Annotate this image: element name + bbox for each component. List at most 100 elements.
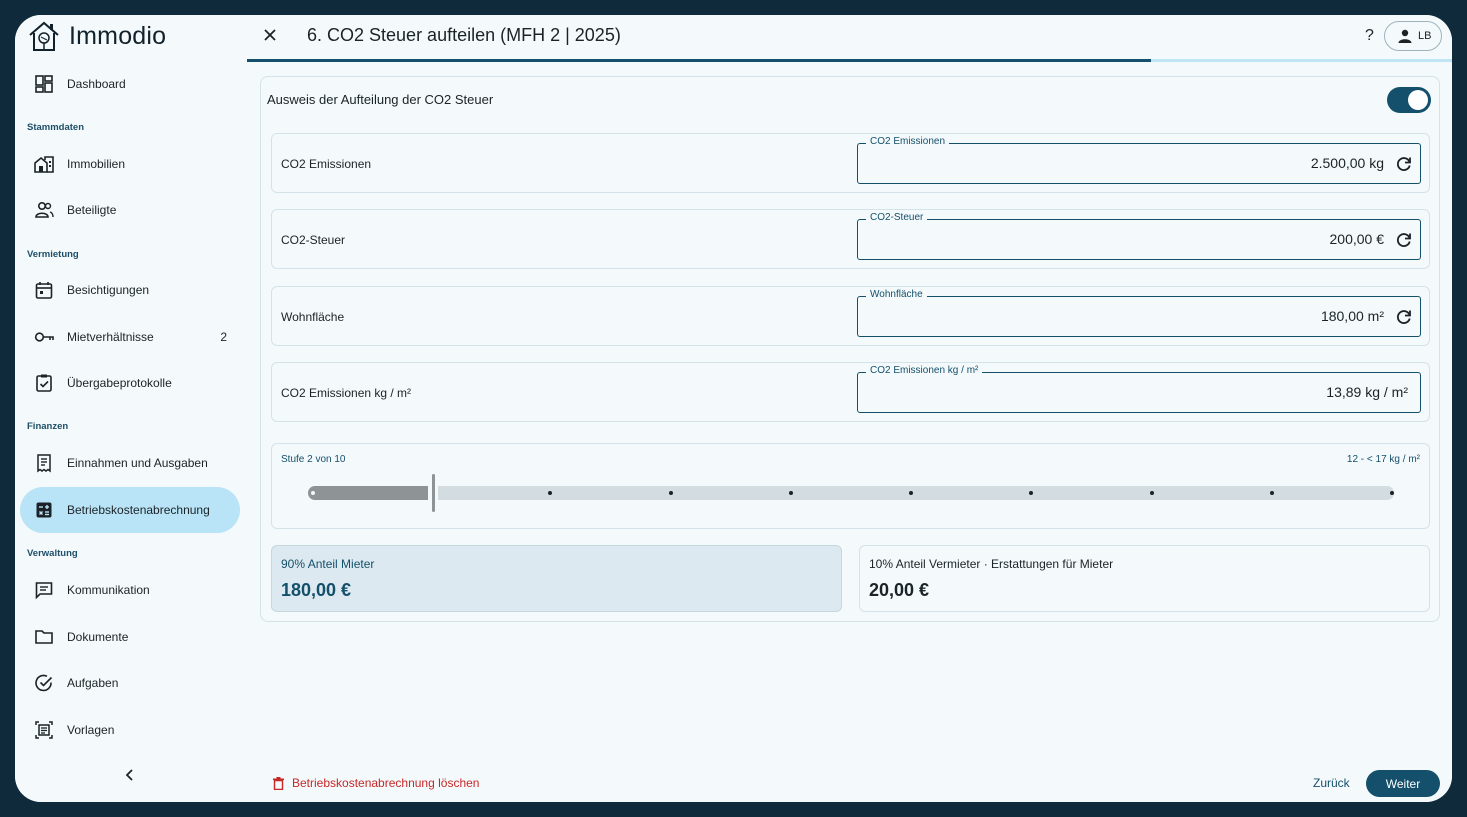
reset-button[interactable]: [1395, 231, 1413, 249]
buildings-icon: [34, 154, 54, 174]
field-legend: Wohnfläche: [866, 289, 927, 300]
wizard-progress-fill: [247, 59, 1151, 62]
field-value: 180,00 m²: [1320, 308, 1384, 324]
row-label: CO2 Emissionen: [281, 157, 372, 171]
stage-slider-card: Stufe 2 von 10 12 - < 17 kg / m²: [271, 443, 1430, 529]
slider-tick: [1149, 491, 1154, 495]
people-icon: [34, 200, 54, 220]
close-button[interactable]: [262, 27, 278, 43]
section-verwaltung: Verwaltung: [27, 548, 78, 559]
brand[interactable]: Immodio: [27, 19, 166, 53]
check-circle-icon: [34, 673, 54, 693]
close-icon: [264, 29, 276, 41]
sidebar-item-label: Übergabeprotokolle: [67, 376, 172, 390]
row-co2-per-sqm: CO2 Emissionen kg / m² CO2 Emissionen kg…: [271, 362, 1430, 422]
sidebar-item-mietverhaeltnisse[interactable]: Mietverhältnisse 2: [20, 314, 240, 360]
tenant-share-box: 90% Anteil Mieter 180,00 €: [271, 545, 842, 612]
sidebar-item-dashboard[interactable]: Dashboard: [20, 61, 240, 107]
folder-icon: [34, 627, 54, 647]
section-vermietung: Vermietung: [27, 249, 79, 260]
person-icon: [1398, 29, 1412, 43]
refresh-icon: [1397, 310, 1411, 324]
sidebar-item-label: Dashboard: [67, 77, 126, 91]
user-initials: LB: [1418, 30, 1432, 42]
house-logo-icon: [29, 21, 59, 51]
landlord-share-label: 10% Anteil Vermieter · Erstattungen für …: [869, 557, 1114, 571]
calendar-icon: [34, 280, 54, 300]
template-icon: [34, 720, 54, 740]
field-value: 200,00 €: [1329, 231, 1385, 247]
slider-active-track: [308, 486, 428, 500]
co2-split-card: Ausweis der Aufteilung der CO2 Steuer CO…: [260, 76, 1440, 622]
sidebar-item-besichtigungen[interactable]: Besichtigungen: [20, 267, 240, 313]
tenant-share-value: 180,00 €: [281, 580, 352, 600]
row-label: CO2 Emissionen kg / m²: [281, 386, 412, 400]
section-stammdaten: Stammdaten: [27, 122, 85, 133]
toggle-label: Ausweis der Aufteilung der CO2 Steuer: [267, 92, 494, 107]
receipt-icon: [34, 453, 54, 473]
landlord-share-box: 10% Anteil Vermieter · Erstattungen für …: [859, 545, 1430, 612]
sidebar-item-uebergabeprotokolle[interactable]: Übergabeprotokolle: [20, 360, 240, 406]
user-menu-button[interactable]: LB: [1384, 21, 1442, 51]
help-button[interactable]: ?: [1365, 27, 1374, 45]
reset-button[interactable]: [1395, 308, 1413, 326]
sidebar-item-aufgaben[interactable]: Aufgaben: [20, 660, 240, 706]
slider-tick: [311, 491, 315, 495]
co2-emissions-field[interactable]: CO2 Emissionen 2.500,00 kg: [857, 136, 1421, 184]
sidebar-item-label: Mietverhältnisse: [67, 330, 154, 344]
delete-statement-button[interactable]: Betriebskostenabrechnung löschen: [272, 776, 479, 790]
count-badge: 2: [220, 330, 227, 344]
stage-slider[interactable]: [308, 474, 1394, 512]
sidebar-item-label: Beteiligte: [67, 203, 117, 217]
slider-inactive-track: [438, 486, 1394, 500]
trash-icon: [273, 776, 284, 790]
checklist-icon: [34, 373, 54, 393]
co2-split-toggle[interactable]: [1387, 87, 1431, 113]
section-finanzen: Finanzen: [27, 421, 69, 432]
reset-button[interactable]: [1395, 155, 1413, 173]
living-area-field[interactable]: Wohnfläche 180,00 m²: [857, 289, 1421, 337]
delete-label: Betriebskostenabrechnung löschen: [292, 776, 480, 790]
field-value: 2.500,00 kg: [1310, 155, 1384, 171]
main-content: 6. CO2 Steuer aufteilen (MFH 2 | 2025) ?…: [247, 15, 1452, 802]
co2-per-sqm-field[interactable]: CO2 Emissionen kg / m² 13,89 kg / m²: [857, 365, 1421, 413]
sidebar-item-label: Einnahmen und Ausgaben: [67, 456, 208, 470]
page-title: 6. CO2 Steuer aufteilen (MFH 2 | 2025): [307, 25, 621, 45]
stage-range-label: 12 - < 17 kg / m²: [1346, 454, 1420, 465]
sidebar-item-label: Vorlagen: [67, 723, 115, 737]
sidebar-item-vorlagen[interactable]: Vorlagen: [20, 707, 240, 753]
slider-tick: [1390, 491, 1394, 495]
key-icon: [34, 327, 54, 347]
field-legend: CO2 Emissionen kg / m²: [866, 365, 983, 376]
sidebar: Immodio Dashboard Stammdaten Immobilien …: [15, 15, 247, 802]
field-value: 13,89 kg / m²: [1326, 384, 1408, 400]
row-label: CO2-Steuer: [281, 233, 346, 247]
sidebar-item-einnahmen[interactable]: Einnahmen und Ausgaben: [20, 440, 240, 486]
sidebar-item-immobilien[interactable]: Immobilien: [20, 141, 240, 187]
sidebar-item-beteiligte[interactable]: Beteiligte: [20, 187, 240, 233]
collapse-sidebar-button[interactable]: [122, 767, 138, 783]
co2-tax-field[interactable]: CO2-Steuer 200,00 €: [857, 212, 1421, 260]
tenant-share-label: 90% Anteil Mieter: [281, 557, 375, 571]
sidebar-item-dokumente[interactable]: Dokumente: [20, 614, 240, 660]
sidebar-item-label: Aufgaben: [67, 676, 119, 690]
dashboard-icon: [34, 74, 54, 94]
wizard-progress: [247, 59, 1452, 62]
app-window: Immodio Dashboard Stammdaten Immobilien …: [15, 15, 1452, 802]
chat-icon: [34, 580, 54, 600]
sidebar-item-betriebskosten[interactable]: Betriebskostenabrechnung: [20, 487, 240, 533]
row-co2-tax: CO2-Steuer CO2-Steuer 200,00 €: [271, 209, 1430, 269]
stage-label: Stufe 2 von 10: [281, 454, 346, 465]
refresh-icon: [1397, 233, 1411, 247]
next-button[interactable]: Weiter: [1366, 770, 1440, 797]
back-button[interactable]: Zurück: [1313, 776, 1350, 790]
brand-name: Immodio: [69, 21, 167, 50]
slider-tick: [1269, 491, 1274, 495]
slider-handle[interactable]: [432, 474, 435, 512]
field-legend: CO2-Steuer: [866, 212, 928, 223]
sidebar-item-kommunikation[interactable]: Kommunikation: [20, 567, 240, 613]
toggle-knob: [1408, 90, 1428, 110]
sidebar-item-label: Dokumente: [67, 630, 129, 644]
row-label: Wohnfläche: [281, 310, 345, 324]
field-legend: CO2 Emissionen: [866, 136, 950, 147]
